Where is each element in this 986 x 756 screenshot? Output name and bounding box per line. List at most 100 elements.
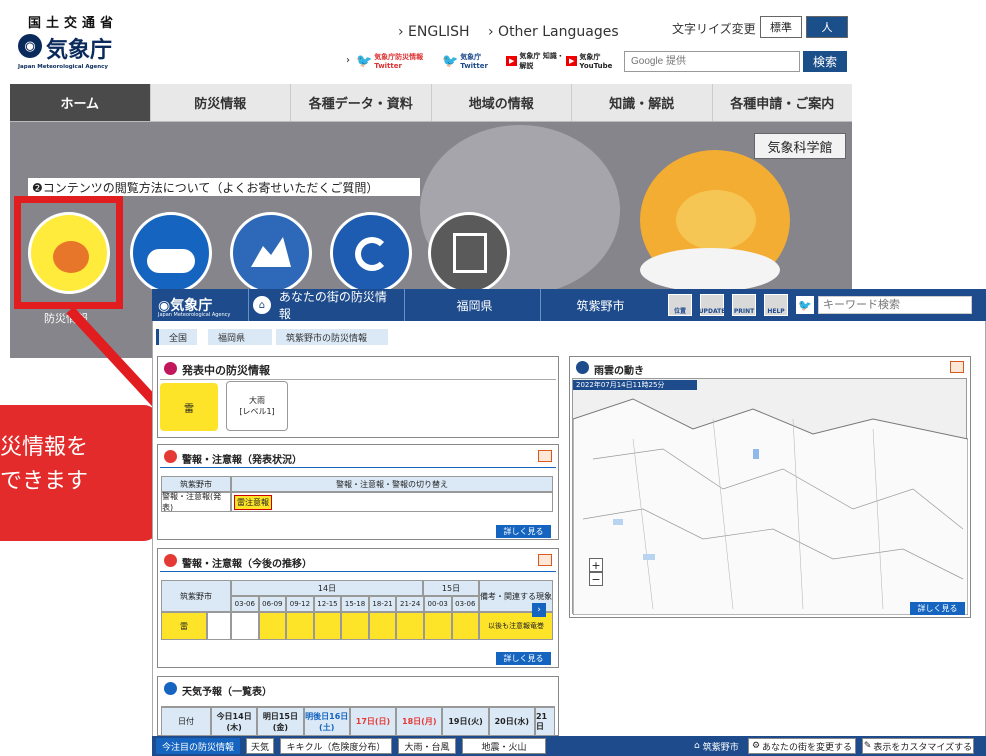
panel-forecast-header: 警報・注意報（今後の推移） <box>160 550 556 572</box>
forecast-day14: 14日 <box>231 580 423 596</box>
weather-cloud-icon <box>164 682 177 695</box>
tab-prefecture[interactable]: 福岡県 <box>404 289 544 321</box>
twitter-bird-icon: 🐦 <box>356 53 373 69</box>
other-languages-link[interactable]: › Other Languages <box>488 24 619 40</box>
day-header: 21日 <box>534 707 555 736</box>
forecast-day15: 15日 <box>423 580 479 596</box>
twitter-icon[interactable]: 🐦 <box>796 296 814 314</box>
table-header-switch: 警報・注意報・警報の切り替え <box>231 476 553 492</box>
flood-circle[interactable] <box>230 212 312 294</box>
nav-disaster[interactable]: 防災情報 <box>151 84 291 121</box>
nav-application[interactable]: 各種申請・ご案内 <box>713 84 853 121</box>
gear-icon: ⚙ <box>751 741 761 751</box>
callout-line-1: 災情報を <box>0 435 89 460</box>
location-button[interactable]: 位置 <box>668 294 692 316</box>
change-city-button[interactable]: ⚙ あなたの街を変更する <box>748 738 856 754</box>
jma-logo-icon[interactable]: ◉ <box>18 34 42 58</box>
sns-youtube-jma[interactable]: ▶ 気象庁 YouTube <box>566 52 622 70</box>
font-large-button[interactable]: 人 <box>806 16 848 38</box>
site-search-input[interactable] <box>624 51 800 72</box>
english-link[interactable]: › ENGLISH <box>398 24 470 40</box>
map-more-button[interactable]: 詳しく見る <box>910 602 965 615</box>
zoom-in-button[interactable]: + <box>589 558 603 572</box>
bottom-city-label[interactable]: ⌂ 筑紫野市 <box>694 738 739 754</box>
bottom-weather-button[interactable]: 天気 <box>246 738 274 754</box>
day-header: 19日(火) <box>442 707 489 736</box>
nav-region[interactable]: 地域の情報 <box>432 84 572 121</box>
row-warning-cell: 雷注意報 <box>231 492 553 512</box>
sns-twitter-bousai[interactable]: 🐦 気象庁防災情報 Twitter <box>356 52 438 70</box>
nav-data[interactable]: 各種データ・資料 <box>291 84 432 121</box>
bottom-kikikuru-button[interactable]: キキクル（危険度分布） <box>280 738 392 754</box>
print-button[interactable]: PRINT <box>732 294 756 316</box>
earthquake-circle[interactable] <box>428 212 510 294</box>
map-outline <box>572 398 969 616</box>
forecast-more-button[interactable]: 詳しく見る <box>496 652 551 665</box>
typhoon-circle[interactable] <box>330 212 412 294</box>
site-search-button[interactable]: 検索 <box>803 51 847 72</box>
tab-city[interactable]: 筑紫野市 <box>540 289 660 321</box>
forecast-cell <box>451 612 480 640</box>
help-button[interactable]: HELP <box>764 294 788 316</box>
active-lightning-chip[interactable]: 雷 <box>160 383 218 431</box>
site-logo[interactable]: 気象庁 <box>46 32 112 64</box>
bottom-featured-button[interactable]: 今注目の防災情報 <box>156 738 240 754</box>
weather-circle[interactable] <box>130 212 212 294</box>
faq-link[interactable]: ❷コンテンツの閲覧方法について（よくお寄せいただくご質問） <box>28 178 420 196</box>
forecast-row-label: 雷 <box>161 612 207 640</box>
forecast-cell <box>231 612 259 640</box>
sns-youtube-knowledge[interactable]: ▶ 気象庁 知識・解説 <box>506 52 564 70</box>
forecast-cell <box>396 612 424 640</box>
active-rain-chip[interactable]: 大雨 [レベル1] <box>226 381 288 431</box>
table-header-city: 筑紫野市 <box>161 476 231 492</box>
panel-weather-title: 天気予報（一覧表） <box>182 687 272 698</box>
customize-button[interactable]: ✎ 表示をカスタマイズする <box>862 738 974 754</box>
warning-icon <box>164 554 177 567</box>
forecast-city-header: 筑紫野市 <box>161 580 231 612</box>
keyword-search-input[interactable] <box>818 296 972 314</box>
cloud-image <box>640 248 780 292</box>
warning-icon <box>164 450 177 463</box>
forecast-cell <box>341 612 369 640</box>
forecast-cell <box>368 612 397 640</box>
museum-sign: 気象科学館 <box>754 133 846 159</box>
time-slot: 03-06 <box>231 596 259 612</box>
guide-book-icon[interactable] <box>950 361 964 373</box>
guide-book-icon[interactable] <box>538 554 552 566</box>
scroll-right-arrow-icon[interactable]: › <box>532 603 546 617</box>
tab-home-area[interactable]: ⌂ あなたの街の防災情報 <box>248 289 398 321</box>
nav-home[interactable]: ホーム <box>10 84 151 121</box>
crumb-national[interactable]: 全国 <box>156 329 198 345</box>
rain-map[interactable] <box>572 378 969 616</box>
time-slot: 06-09 <box>258 596 287 612</box>
time-slot: 21-24 <box>396 596 424 612</box>
update-button[interactable]: UPDATE <box>699 294 725 316</box>
font-standard-button[interactable]: 標準 <box>760 16 802 38</box>
house-icon: ⌂ <box>253 296 271 314</box>
time-slot: 09-12 <box>286 596 314 612</box>
global-nav: ホーム 防災情報 各種データ・資料 地域の情報 知識・解説 各種申請・ご案内 <box>10 84 852 122</box>
day-header: 明後日16日(土) <box>303 707 350 736</box>
typhoon-icon <box>355 237 389 271</box>
cloud-icon <box>147 249 195 273</box>
forecast-time-row: 03-06 06-09 09-12 12-15 15-18 18-21 21-2… <box>231 596 480 612</box>
time-slot: 15-18 <box>341 596 369 612</box>
crumb-prefecture[interactable]: 福岡県 <box>208 329 272 345</box>
nav-knowledge[interactable]: 知識・解説 <box>572 84 713 121</box>
date-label: 日付 <box>161 707 211 736</box>
house-flood-icon <box>251 237 291 267</box>
panel-warning-title: 警報・注意報（発表状況） <box>182 455 302 466</box>
site-logo-en: Japan Meteorological Agency <box>18 64 109 70</box>
bottom-quake-volcano-button[interactable]: 地震・火山 <box>462 738 546 754</box>
guide-book-icon[interactable] <box>538 450 552 462</box>
zoom-out-button[interactable]: − <box>589 572 603 586</box>
forecast-row-blank <box>207 612 231 640</box>
row-label-warning: 警報・注意報(発表) <box>161 492 231 512</box>
lightning-advisory-badge[interactable]: 雷注意報 <box>234 494 272 510</box>
info-dot-icon <box>164 362 177 375</box>
house-icon: ⌂ <box>694 741 700 751</box>
sns-twitter-jma[interactable]: 🐦 気象庁 Twitter <box>442 52 502 70</box>
bottom-rain-typhoon-button[interactable]: 大雨・台風 <box>398 738 456 754</box>
warning-more-button[interactable]: 詳しく見る <box>496 525 551 538</box>
youtube-icon: ▶ <box>566 56 578 66</box>
